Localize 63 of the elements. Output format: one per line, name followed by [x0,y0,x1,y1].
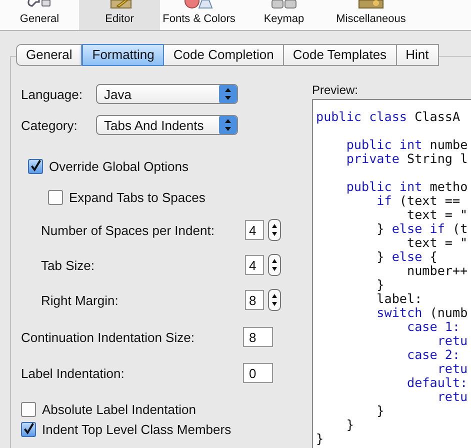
number-field[interactable]: 4 [245,255,264,275]
code-line: if (text == [376,194,462,208]
code-line: } [345,418,355,432]
stepper-control[interactable] [268,254,281,276]
checkbox[interactable] [21,402,36,416]
code-line: case 2: [406,348,462,362]
dropdown-arrows-icon [219,116,237,134]
field-label: Language: [21,86,84,102]
dropdown[interactable]: Java [96,84,238,104]
field-label: Number of Spaces per Indent: [41,222,216,238]
code-line: private String l [345,152,469,166]
code-line: switch (numb [376,306,469,320]
number-field[interactable]: 0 [243,363,273,383]
number-field[interactable]: 8 [245,290,264,310]
field-label: Label Indentation: [21,366,126,380]
tab[interactable]: Hint [396,44,439,66]
code-line: retu [436,362,469,376]
checkbox[interactable] [21,422,36,436]
code-line: case 1: [406,320,462,334]
code-line: } [376,278,386,292]
code-line: } [316,432,325,446]
tab[interactable]: Code Completion [164,44,284,66]
checkbox-label: Override Global Options [49,158,188,174]
field-label: Continuation Indentation Size: [21,330,196,344]
tab[interactable]: Formatting [82,44,164,66]
code-line: public int numbe [345,138,469,152]
toolbar-button[interactable]: General [0,0,79,30]
code-line: text = " [406,236,469,250]
stepper-control[interactable] [268,289,281,311]
code-line: } else { [376,250,438,264]
field-label: Category: [21,118,78,132]
checkbox-label: Expand Tabs to Spaces [69,190,206,204]
code-line: label: [376,292,424,306]
stepper-control[interactable] [268,219,281,241]
checkbox[interactable] [28,158,43,174]
field-label: Right Margin: [41,292,120,308]
toolbar-button[interactable]: Editor [79,0,160,30]
code-line: retu [436,390,469,404]
checkbox-label: Absolute Label Indentation [42,402,196,416]
code-line: public class ClassA [316,110,462,124]
folder-icon [356,0,386,9]
code-line: retu [436,334,469,348]
toolbar-button[interactable]: Fonts & Colors [160,0,238,30]
tab[interactable]: General [16,44,82,66]
code-line: } else if (t [376,222,469,236]
checkbox[interactable] [48,190,63,204]
code-line: } [376,404,386,418]
dropdown-arrows-icon [219,85,237,103]
checkbox-label: Indent Top Level Class Members [42,422,232,436]
keys-icon [269,0,299,9]
shapes-icon [184,0,214,9]
code-line: text = " [406,208,469,222]
code-line: default: [406,376,469,390]
number-field[interactable]: 8 [243,327,273,347]
tab[interactable]: Code Templates [284,44,397,66]
toolbar-button[interactable]: Keymap [238,0,330,30]
field-label: Tab Size: [41,258,96,272]
toolbar-button[interactable]: Miscellaneous [330,0,412,30]
dropdown[interactable]: Tabs And Indents [96,115,238,135]
number-field[interactable]: 4 [245,220,264,240]
preview-label: Preview: [312,83,360,97]
code-line: number++ [406,264,469,278]
code-line: public int metho [345,180,469,194]
